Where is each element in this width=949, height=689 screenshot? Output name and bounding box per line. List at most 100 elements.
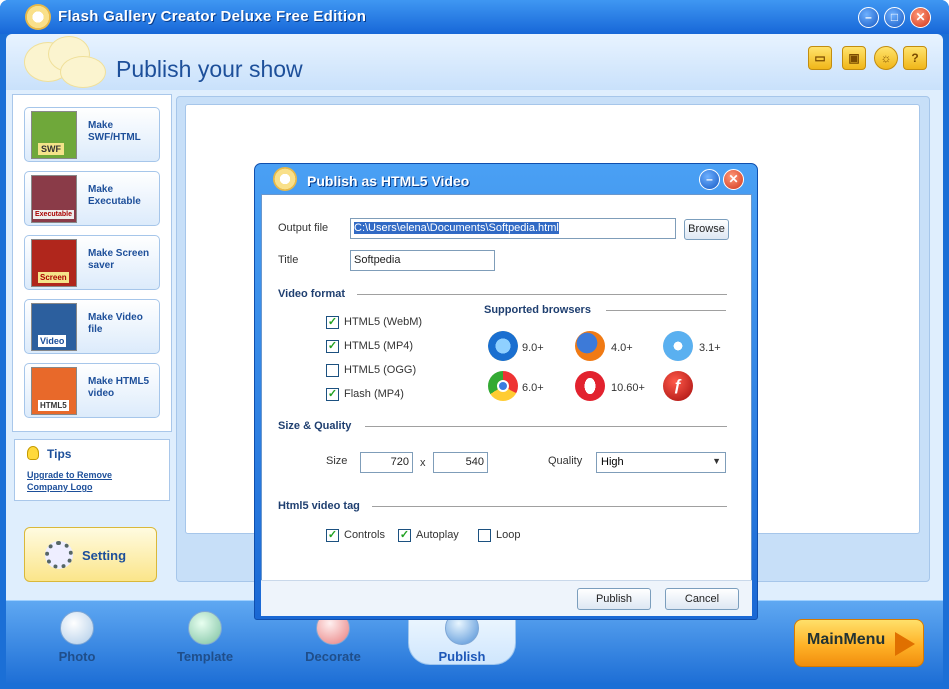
publish-html5-dialog: Publish as HTML5 Video – ✕ Output file C… bbox=[254, 163, 758, 620]
video-file-icon: Video bbox=[31, 303, 77, 351]
quality-select[interactable]: High ▼ bbox=[596, 452, 726, 473]
upgrade-link[interactable]: Upgrade to Remove Company Logo bbox=[27, 469, 137, 493]
title-label: Title bbox=[278, 254, 299, 266]
app-logo-icon bbox=[25, 4, 51, 30]
dialog-body: Output file C:\Users\elena\Documents\Sof… bbox=[261, 194, 752, 616]
sidebar-item-screen-saver[interactable]: Screen Make Screen saver bbox=[24, 235, 160, 290]
checkbox-html5-mp4[interactable]: ✓ bbox=[326, 340, 339, 353]
firefox-icon bbox=[575, 331, 605, 361]
executable-icon: Executable bbox=[31, 175, 77, 223]
width-input[interactable]: 720 bbox=[360, 452, 413, 473]
browse-button[interactable]: Browse bbox=[684, 219, 729, 240]
tips-panel: Tips Upgrade to Remove Company Logo bbox=[14, 439, 170, 501]
folder-icon[interactable]: ▭ bbox=[808, 46, 832, 70]
app-window: Flash Gallery Creator Deluxe Free Editio… bbox=[0, 0, 949, 689]
dialog-logo-icon bbox=[273, 167, 297, 191]
sidebar-item-label: Make Video file bbox=[88, 312, 143, 335]
sidebar-item-video-file[interactable]: Video Make Video file bbox=[24, 299, 160, 354]
tab-label: Publish bbox=[438, 649, 486, 664]
checkbox-html5-ogg[interactable] bbox=[326, 364, 339, 377]
size-separator: x bbox=[420, 457, 426, 469]
html5-tag-heading: Html5 video tag bbox=[278, 500, 360, 512]
swf-icon: SWF bbox=[31, 111, 77, 159]
photo-icon bbox=[60, 611, 94, 645]
tab-label: Template bbox=[176, 649, 234, 664]
safari-icon bbox=[663, 331, 693, 361]
title-input[interactable]: Softpedia bbox=[350, 250, 495, 271]
template-icon bbox=[188, 611, 222, 645]
sidebar-item-swf-html[interactable]: SWF Make SWF/HTML bbox=[24, 107, 160, 162]
internet-explorer-icon bbox=[488, 331, 518, 361]
title-bar[interactable]: Flash Gallery Creator Deluxe Free Editio… bbox=[0, 0, 949, 34]
output-file-value: C:\Users\elena\Documents\Softpedia.html bbox=[354, 222, 559, 234]
flash-player-icon: ƒ bbox=[663, 371, 693, 401]
format-label: HTML5 (OGG) bbox=[344, 364, 417, 376]
browser-version: 3.1+ bbox=[699, 342, 721, 354]
format-label: HTML5 (WebM) bbox=[344, 316, 423, 328]
divider bbox=[365, 426, 727, 427]
main-menu-label: MainMenu bbox=[807, 631, 886, 648]
help-icon[interactable]: ? bbox=[903, 46, 927, 70]
dialog-close-button[interactable]: ✕ bbox=[723, 169, 744, 190]
sidebar-item-label: Make SWF/HTML bbox=[88, 120, 141, 143]
browser-version: 4.0+ bbox=[611, 342, 633, 354]
tab-label: Photo bbox=[58, 649, 96, 664]
sidebar-item-label: Make Screen saver bbox=[88, 248, 150, 271]
header-bar: Publish your show ▭ ▣ ☼ ? bbox=[6, 34, 943, 90]
arrow-right-icon bbox=[895, 632, 915, 656]
sidebar-item-html5-video[interactable]: HTML5 Make HTML5 video bbox=[24, 363, 160, 418]
height-input[interactable]: 540 bbox=[433, 452, 488, 473]
browser-version: 9.0+ bbox=[522, 342, 544, 354]
checkbox-loop[interactable] bbox=[478, 529, 491, 542]
page-title: Publish your show bbox=[116, 56, 303, 82]
save-icon[interactable]: ▣ bbox=[842, 46, 866, 70]
chevron-down-icon: ▼ bbox=[712, 456, 721, 466]
html5-icon: HTML5 bbox=[31, 367, 77, 415]
restore-button[interactable]: □ bbox=[884, 7, 905, 28]
publish-button[interactable]: Publish bbox=[577, 588, 651, 610]
gear-icon bbox=[45, 541, 73, 569]
size-label: Size bbox=[326, 455, 348, 467]
quality-value: High bbox=[601, 456, 624, 468]
setting-label: Setting bbox=[82, 548, 127, 563]
flower-logo-petal bbox=[60, 56, 106, 88]
checkbox-html5-webm[interactable]: ✓ bbox=[326, 316, 339, 329]
tab-photo[interactable]: Photo bbox=[24, 601, 130, 665]
divider bbox=[357, 294, 727, 295]
tag-option-label: Autoplay bbox=[416, 529, 459, 541]
minimize-button[interactable]: – bbox=[858, 7, 879, 28]
main-menu-button[interactable]: MainMenu bbox=[794, 619, 924, 667]
tab-label: Decorate bbox=[305, 649, 361, 664]
opera-icon bbox=[575, 371, 605, 401]
supported-browsers-heading: Supported browsers bbox=[484, 304, 591, 316]
sidebar-item-label: Make HTML5 video bbox=[88, 376, 150, 399]
screen-saver-icon: Screen bbox=[31, 239, 77, 287]
checkbox-controls[interactable]: ✓ bbox=[326, 529, 339, 542]
setting-button[interactable]: Setting bbox=[24, 527, 157, 582]
format-label: HTML5 (MP4) bbox=[344, 340, 414, 352]
dialog-footer: Publish Cancel bbox=[261, 580, 752, 616]
browser-version: 10.60+ bbox=[611, 382, 645, 394]
tips-title: Tips bbox=[47, 447, 72, 461]
close-button[interactable]: ✕ bbox=[910, 7, 931, 28]
tag-option-label: Loop bbox=[496, 529, 521, 541]
sidebar-item-label: Make Executable bbox=[88, 184, 141, 207]
checkbox-autoplay[interactable]: ✓ bbox=[398, 529, 411, 542]
cancel-button[interactable]: Cancel bbox=[665, 588, 739, 610]
window-title: Flash Gallery Creator Deluxe Free Editio… bbox=[58, 8, 367, 25]
dialog-title: Publish as HTML5 Video bbox=[307, 173, 470, 189]
lightbulb-icon bbox=[27, 446, 39, 460]
size-quality-heading: Size & Quality bbox=[278, 420, 352, 432]
lightbulb-icon[interactable]: ☼ bbox=[874, 46, 898, 70]
sidebar-item-executable[interactable]: Executable Make Executable bbox=[24, 171, 160, 226]
quality-label: Quality bbox=[548, 455, 583, 467]
dialog-minimize-button[interactable]: – bbox=[699, 169, 720, 190]
output-file-label: Output file bbox=[278, 222, 329, 234]
checkbox-flash-mp4[interactable]: ✓ bbox=[326, 388, 339, 401]
video-format-heading: Video format bbox=[278, 288, 346, 300]
output-file-input[interactable]: C:\Users\elena\Documents\Softpedia.html bbox=[350, 218, 676, 239]
tab-template[interactable]: Template bbox=[152, 601, 258, 665]
divider bbox=[606, 310, 726, 311]
divider bbox=[372, 506, 727, 507]
format-label: Flash (MP4) bbox=[344, 388, 404, 400]
